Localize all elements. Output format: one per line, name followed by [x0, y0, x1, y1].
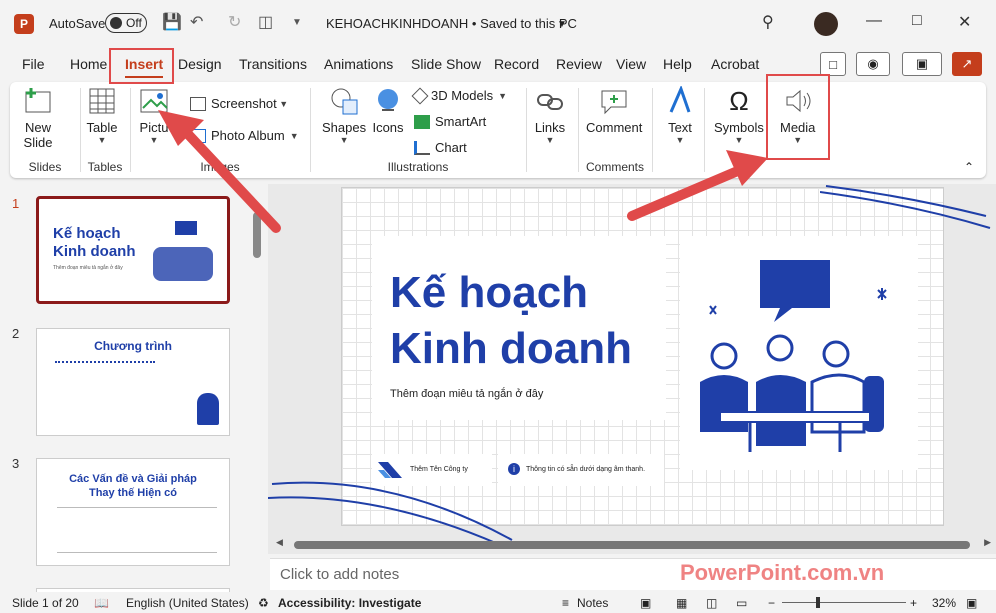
accessibility-status[interactable]: Accessibility: Investigate: [278, 596, 421, 610]
spelling-icon[interactable]: 📖: [94, 596, 109, 610]
slide-counter: Slide 1 of 20: [12, 596, 79, 610]
slideshow-icon[interactable]: ▭: [736, 596, 747, 610]
reading-view-icon[interactable]: ◫: [706, 596, 717, 610]
notes-icon[interactable]: ≡: [562, 596, 569, 610]
zoom-slider[interactable]: [782, 602, 906, 603]
normal-view-icon[interactable]: ▣: [640, 596, 651, 610]
status-bar: Slide 1 of 20 📖 English (United States) …: [0, 592, 996, 613]
slide-sorter-icon[interactable]: ▦: [676, 596, 687, 610]
zoom-slider-thumb[interactable]: [816, 597, 820, 608]
notes-button[interactable]: Notes: [577, 596, 608, 610]
zoom-in-icon[interactable]: +: [910, 596, 917, 610]
accessibility-icon[interactable]: ♻: [258, 596, 269, 610]
zoom-level[interactable]: 32%: [932, 596, 956, 610]
zoom-out-icon[interactable]: −: [768, 596, 775, 610]
fit-to-window-icon[interactable]: ▣: [966, 596, 977, 610]
annotation-arrows: [158, 110, 768, 233]
language-status[interactable]: English (United States): [126, 596, 249, 610]
